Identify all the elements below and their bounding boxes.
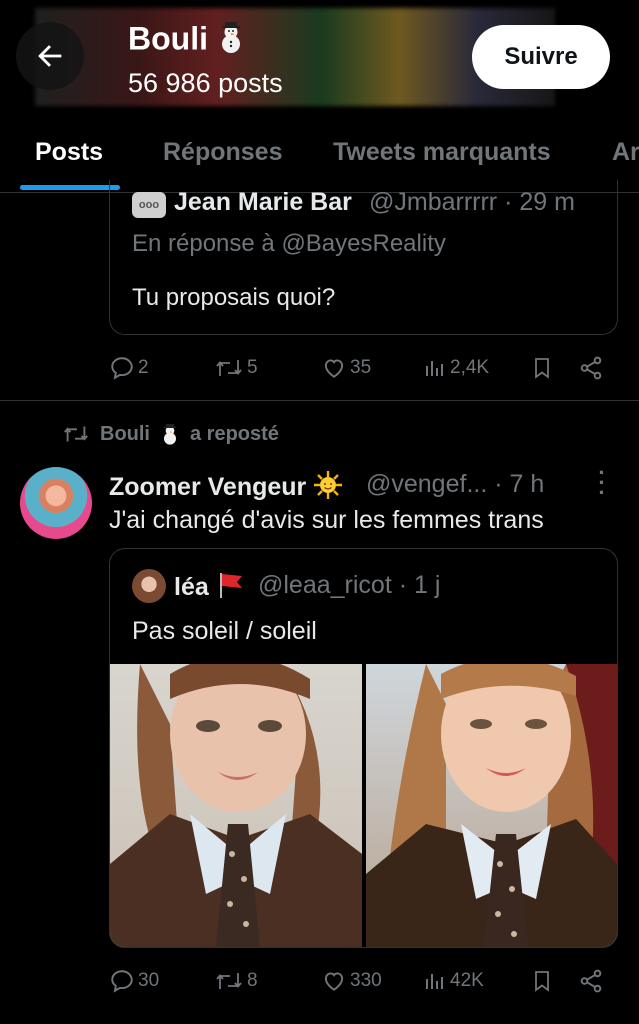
retweet-icon xyxy=(64,426,88,442)
quoted-tweet-text: Tu proposais quoi? xyxy=(132,284,336,311)
bookmark-icon xyxy=(535,971,549,992)
quoted-author-name[interactable]: léa xyxy=(174,571,246,602)
active-tab-indicator xyxy=(20,185,120,190)
quoted-author-name[interactable]: Jean Marie Bar xyxy=(174,188,352,217)
follow-button[interactable]: Suivre xyxy=(472,25,610,89)
repost-author: Bouli xyxy=(100,422,150,445)
profile-name: Bouli xyxy=(128,20,208,57)
bar-chart-icon xyxy=(426,974,443,989)
sun-emoji-icon xyxy=(314,471,343,499)
snowman-emoji-icon xyxy=(164,424,176,445)
share-button[interactable] xyxy=(578,355,604,381)
repost-label: a reposté xyxy=(190,422,279,445)
heart-icon xyxy=(324,972,344,991)
retweet-count: 5 xyxy=(247,357,258,378)
avatar[interactable] xyxy=(20,467,92,539)
heart-icon xyxy=(324,359,344,378)
profile-header: Bouli 56 986 posts Suivre xyxy=(0,0,639,110)
bookmark-icon xyxy=(535,358,549,379)
retweet-icon xyxy=(216,360,242,376)
like-button[interactable]: 330 xyxy=(321,968,382,994)
quoted-author-handle: @Jmbarrrrr · 29 m xyxy=(369,188,575,216)
red-flag-emoji-icon xyxy=(219,573,242,598)
like-count: 330 xyxy=(350,970,382,991)
reply-button[interactable]: 30 xyxy=(109,968,159,994)
like-count: 35 xyxy=(350,357,372,378)
tab-articles[interactable]: Ar xyxy=(612,138,639,167)
portrait-image xyxy=(110,664,362,947)
avatar[interactable] xyxy=(132,569,166,603)
tab-highlights[interactable]: Tweets marquants xyxy=(333,138,551,167)
quoted-photo-right[interactable] xyxy=(366,664,617,947)
share-icon xyxy=(580,969,602,993)
share-icon xyxy=(580,356,602,380)
retweet-button[interactable]: 5 xyxy=(214,355,258,381)
comment-icon xyxy=(111,970,133,993)
quoted-tweet-card[interactable]: léa @leaa_ricot · 1 j Pas soleil / solei… xyxy=(109,548,618,948)
tab-replies[interactable]: Réponses xyxy=(163,138,282,167)
reply-context[interactable]: En réponse à @BayesReality xyxy=(132,230,446,258)
repost-indicator[interactable]: Bouli a reposté xyxy=(62,422,279,446)
retweet-icon xyxy=(216,973,242,989)
author-handle: @vengef... · 7 h xyxy=(366,470,545,498)
bar-chart-icon xyxy=(426,361,443,376)
profile-title: Bouli xyxy=(128,20,246,62)
quoted-author-name-text: léa xyxy=(174,573,209,601)
reply-button[interactable]: 2 xyxy=(109,355,149,381)
quoted-photo-left[interactable] xyxy=(110,664,362,947)
tweet-divider xyxy=(0,400,639,401)
snowman-emoji-icon xyxy=(216,20,246,62)
author-name-text: Zoomer Vengeur xyxy=(109,473,307,501)
reply-count: 2 xyxy=(138,357,149,378)
portrait-image xyxy=(366,664,617,947)
tweet-actions: 30 8 330 42K xyxy=(109,968,619,998)
views-button[interactable]: 2,4K xyxy=(423,355,489,381)
bookmark-button[interactable] xyxy=(530,355,554,381)
arrow-left-icon xyxy=(38,45,62,67)
reply-count: 30 xyxy=(138,970,160,991)
view-count: 42K xyxy=(450,970,484,991)
author-name[interactable]: Zoomer Vengeur xyxy=(109,470,343,502)
view-count: 2,4K xyxy=(450,357,490,378)
quoted-author-handle: @leaa_ricot · 1 j xyxy=(258,571,441,599)
quoted-tweet-text: Pas soleil / soleil xyxy=(132,617,317,645)
tweet-text: J'ai changé d'avis sur les femmes trans xyxy=(109,506,544,534)
back-button[interactable] xyxy=(16,22,84,90)
retweet-count: 8 xyxy=(247,970,258,991)
posts-count: 56 986 posts xyxy=(128,68,283,98)
like-button[interactable]: 35 xyxy=(321,355,371,381)
comment-icon xyxy=(111,357,133,380)
quoted-tweet-card[interactable]: ooo Jean Marie Bar @Jmbarrrrr · 29 m En … xyxy=(109,180,618,335)
avatar[interactable]: ooo xyxy=(132,192,166,218)
bookmark-button[interactable] xyxy=(530,968,554,994)
views-button[interactable]: 42K xyxy=(423,968,484,994)
tweet-actions: 2 5 35 2,4K xyxy=(109,355,619,385)
retweet-button[interactable]: 8 xyxy=(214,968,258,994)
share-button[interactable] xyxy=(578,968,604,994)
tab-posts[interactable]: Posts xyxy=(35,138,103,167)
more-options-icon[interactable]: · · · xyxy=(592,462,612,504)
